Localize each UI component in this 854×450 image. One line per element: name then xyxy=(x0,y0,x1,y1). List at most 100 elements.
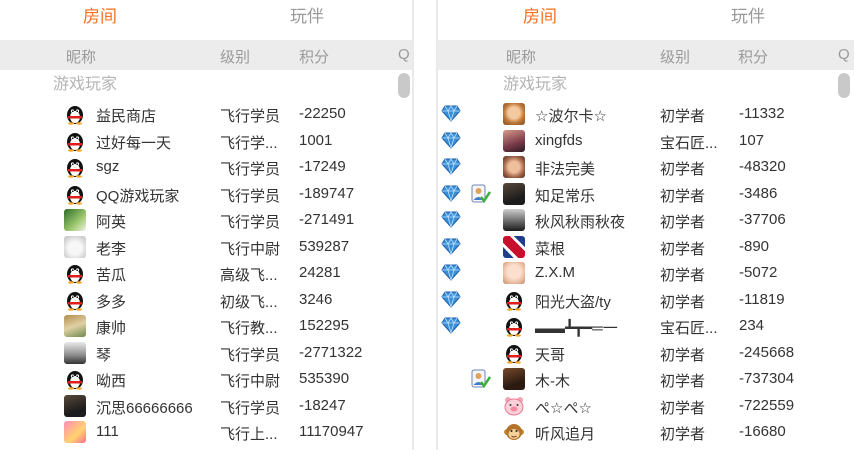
list-item[interactable]: 多多 初级飞... 3246 xyxy=(0,287,412,313)
list-item[interactable]: ぺ☆ぺ☆ 初学者 -722559 xyxy=(438,393,854,419)
scrollbar-thumb[interactable] xyxy=(838,73,850,98)
list-item[interactable]: 过好每一天 飞行学... 1001 xyxy=(0,128,412,154)
column-nickname[interactable]: 昵称 xyxy=(66,46,96,67)
tab-friends[interactable]: 玩伴 xyxy=(262,0,352,40)
player-level: 飞行学员 xyxy=(220,108,281,125)
player-nickname: 菜根 xyxy=(535,240,566,258)
player-level: 初学者 xyxy=(660,399,706,417)
player-nickname: ☆波尔卡☆ xyxy=(535,108,607,125)
list-item[interactable]: 阳光大盗/ty 初学者 -11819 xyxy=(438,287,854,313)
player-score: -722559 xyxy=(739,396,795,414)
player-nickname: 阿英 xyxy=(96,214,127,231)
player-level: 初学者 xyxy=(660,187,706,205)
list-item[interactable]: 天哥 初学者 -245668 xyxy=(438,340,854,366)
player-nickname: 苦瓜 xyxy=(96,267,127,284)
player-level: 宝石匠... xyxy=(660,320,718,337)
tab-friends[interactable]: 玩伴 xyxy=(703,0,793,40)
player-level: 飞行学... xyxy=(220,134,278,152)
list-item[interactable]: 秋风秋雨秋夜 初学者 -37706 xyxy=(438,207,854,233)
flag-photo-icon xyxy=(503,235,525,258)
gem-icon xyxy=(441,290,461,308)
player-level: 初学者 xyxy=(660,161,706,178)
list-item[interactable]: 听风追月 初学者 -16680 xyxy=(438,419,854,445)
qq-penguin-icon xyxy=(64,130,86,152)
gem-icon xyxy=(441,104,461,122)
player-nickname: 秋风秋雨秋夜 xyxy=(535,214,626,231)
list-item[interactable]: 老李 飞行中尉 539287 xyxy=(0,234,412,260)
baby-photo-icon xyxy=(503,262,525,284)
list-item[interactable]: 康帅 飞行教... 152295 xyxy=(0,313,412,339)
player-level: 飞行教... xyxy=(220,320,278,337)
player-score: -2771322 xyxy=(299,343,363,361)
player-nickname: 木-木 xyxy=(535,373,570,390)
player-score: 11170947 xyxy=(299,423,364,440)
gem-icon xyxy=(441,316,461,334)
gem-icon xyxy=(441,157,461,175)
player-level: 飞行中尉 xyxy=(220,240,281,258)
player-score: -37706 xyxy=(739,211,786,228)
list-item[interactable]: ☆波尔卡☆ 初学者 -11332 xyxy=(438,101,854,127)
player-nickname: 非法完美 xyxy=(535,161,596,178)
list-item[interactable]: 菜根 初学者 -890 xyxy=(438,234,854,260)
column-score[interactable]: 积分 xyxy=(738,46,768,67)
player-score: 107 xyxy=(739,131,765,149)
player-nickname: 知足常乐 xyxy=(535,187,596,205)
player-nickname: ぺ☆ぺ☆ xyxy=(535,399,592,417)
column-level[interactable]: 级别 xyxy=(660,46,690,67)
list-item[interactable]: 木-木 初学者 -737304 xyxy=(438,366,854,392)
column-extra[interactable]: Q xyxy=(838,46,850,63)
column-score[interactable]: 积分 xyxy=(299,46,329,67)
list-item[interactable]: ▬▬┻┳━═一 宝石匠... 234 xyxy=(438,313,854,339)
player-score: -3486 xyxy=(739,184,778,202)
qq-penguin-icon xyxy=(503,289,525,311)
list-item[interactable]: 苦瓜 高级飞... 24281 xyxy=(0,260,412,286)
tab-room[interactable]: 房间 xyxy=(495,0,585,40)
list-item[interactable]: QQ游戏玩家 飞行学员 -189747 xyxy=(0,181,412,207)
list-item[interactable]: 沉思66666666 飞行学员 -18247 xyxy=(0,393,412,419)
scrollbar-thumb[interactable] xyxy=(398,73,410,98)
gem-icon xyxy=(441,263,461,281)
list-item[interactable]: 111 飞行上... 11170947 xyxy=(0,419,412,445)
qq-penguin-icon xyxy=(64,183,86,205)
list-item[interactable]: 琴 飞行学员 -2771322 xyxy=(0,340,412,366)
green-photo-icon xyxy=(64,209,86,231)
column-nickname[interactable]: 昵称 xyxy=(506,46,536,67)
player-level: 初学者 xyxy=(660,214,706,231)
panel-divider xyxy=(412,0,438,450)
man-photo-icon xyxy=(503,368,525,390)
player-nickname: 过好每一天 xyxy=(96,134,172,152)
qq-penguin-icon xyxy=(64,368,86,390)
list-item[interactable]: xingfds 宝石匠... 107 xyxy=(438,128,854,154)
player-list-panel-left: 房间 玩伴 昵称 级别 积分 Q 游戏玩家 益民商店 飞行学员 -22250 过好每一… xyxy=(0,0,412,450)
qq-penguin-icon xyxy=(64,289,86,311)
player-score: 24281 xyxy=(299,264,341,281)
player-nickname: 琴 xyxy=(96,346,112,364)
list-item[interactable]: sgz 飞行学员 -17249 xyxy=(0,154,412,180)
list-item[interactable]: 呦西 飞行中尉 535390 xyxy=(0,366,412,392)
player-score: -271491 xyxy=(299,211,355,228)
list-item[interactable]: 知足常乐 初学者 -3486 xyxy=(438,181,854,207)
player-score: -17249 xyxy=(299,158,346,175)
list-item[interactable]: 益民商店 飞行学员 -22250 xyxy=(0,101,412,127)
landscape-photo-icon xyxy=(64,315,86,337)
player-nickname: 111 xyxy=(96,423,119,440)
player-level: 宝石匠... xyxy=(660,134,718,152)
gem-icon xyxy=(441,210,461,228)
list-item[interactable]: 非法完美 初学者 -48320 xyxy=(438,154,854,180)
player-level: 初学者 xyxy=(660,293,706,311)
player-list-panel-right: 房间 玩伴 昵称 级别 积分 Q 游戏玩家 ☆波尔卡☆ 初学者 -11332 xing… xyxy=(438,0,854,450)
tab-room[interactable]: 房间 xyxy=(55,0,145,40)
woman-photo-icon xyxy=(503,129,525,152)
player-score: 152295 xyxy=(299,317,350,334)
player-score: -18247 xyxy=(299,396,346,414)
list-item[interactable]: 阿英 飞行学员 -271491 xyxy=(0,207,412,233)
column-extra[interactable]: Q xyxy=(398,46,410,63)
cartoon-monkey-icon xyxy=(503,421,525,443)
qq-penguin-icon xyxy=(64,103,86,125)
player-level: 飞行上... xyxy=(220,426,278,443)
vip-user-icon xyxy=(471,368,492,390)
list-item[interactable]: Z.X.M 初学者 -5072 xyxy=(438,260,854,286)
dark-photo-icon xyxy=(64,394,86,417)
column-level[interactable]: 级别 xyxy=(220,46,250,67)
gem-icon xyxy=(441,184,461,202)
